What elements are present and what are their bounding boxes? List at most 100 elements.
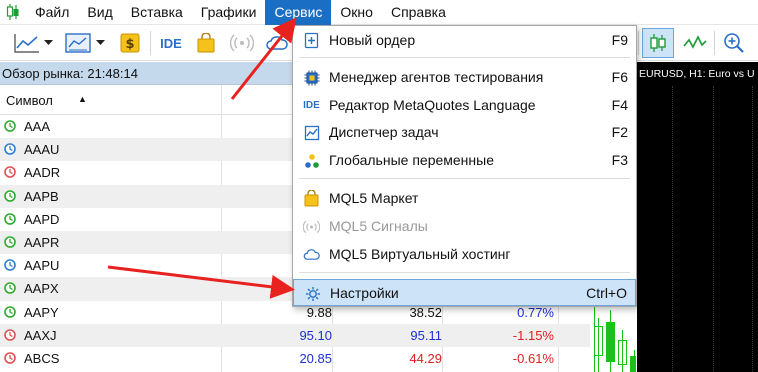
ide-icon[interactable]: IDE — [156, 28, 186, 58]
menu-item-label: Менеджер агентов тестирования — [329, 69, 544, 85]
cloud-icon — [303, 246, 320, 263]
daily-change: -0.61% — [512, 350, 554, 366]
toolbar-separator — [150, 31, 151, 55]
candlestick-icon[interactable] — [642, 28, 674, 58]
chart-template-icon[interactable] — [62, 28, 94, 58]
chart-gridline — [752, 86, 753, 372]
signals-icon — [303, 218, 320, 235]
ide-label: IDE — [160, 35, 182, 51]
symbol-clock-icon — [4, 259, 16, 271]
symbol-name: AAPU — [24, 258, 60, 274]
symbol-clock-icon — [4, 352, 16, 364]
menu-item-label: Редактор MetaQuotes Language — [329, 97, 536, 113]
global-variables-icon — [303, 152, 320, 169]
menu-item-metaeditor[interactable]: IDE Редактор MetaQuotes Language F4 — [293, 92, 636, 119]
symbol-name: AAPR — [24, 234, 60, 250]
chart-window[interactable]: EURUSD, H1: Euro vs U — [594, 62, 758, 372]
menu-item-task-manager[interactable]: Диспетчер задач F2 — [293, 119, 636, 146]
symbol-name: AADR — [24, 165, 61, 181]
menu-window[interactable]: Окно — [331, 0, 382, 25]
menu-item-new-order[interactable]: Новый ордер F9 — [293, 27, 636, 54]
ide-icon: IDE — [303, 97, 320, 114]
menu-item-mql5-signals[interactable]: MQL5 Сигналы — [293, 213, 636, 240]
menu-insert[interactable]: Вставка — [122, 0, 192, 25]
signals-icon[interactable] — [228, 28, 256, 58]
cloud-icon[interactable] — [264, 28, 290, 58]
symbol-name: AAPB — [24, 188, 59, 204]
service-menu: Новый ордер F9 Менеджер агентов тестиров… — [292, 25, 637, 307]
ask-value: 44.29 — [409, 350, 442, 366]
candle — [594, 326, 603, 356]
dropdown-arrow-icon[interactable] — [94, 28, 106, 58]
symbol-clock-icon — [4, 305, 16, 318]
menu-separator — [299, 57, 630, 58]
task-manager-icon — [303, 124, 320, 141]
symbol-clock-icon — [4, 212, 16, 225]
symbol-name: ABCS — [24, 350, 60, 366]
chart-gridline — [713, 86, 714, 372]
table-row[interactable]: ABCS 20.85 44.29 -0.61% — [0, 347, 590, 370]
symbol-clock-icon — [4, 143, 16, 155]
menu-item-shortcut: F9 — [611, 32, 628, 48]
zoom-in-icon[interactable] — [720, 28, 748, 58]
symbol-clock-icon — [4, 120, 16, 132]
market-bag-icon[interactable] — [194, 28, 218, 58]
app-candle-icon[interactable] — [0, 0, 26, 25]
bid-value: 95.10 — [299, 327, 332, 343]
menu-service[interactable]: Сервис — [265, 0, 332, 25]
candle — [606, 322, 615, 362]
symbol-name: AAAU — [24, 142, 60, 158]
zigzag-icon[interactable] — [680, 28, 710, 58]
menu-item-label: Настройки — [330, 285, 399, 301]
column-symbol[interactable]: Символ — [6, 93, 53, 108]
agents-manager-icon — [303, 69, 320, 86]
new-order-icon — [303, 32, 320, 49]
symbol-name: AAPY — [24, 304, 59, 320]
menu-item-global-variables[interactable]: Глобальные переменные F3 — [293, 147, 636, 174]
menu-help[interactable]: Справка — [382, 0, 455, 25]
dollar-icon[interactable]: $ — [118, 28, 142, 58]
candle — [630, 356, 636, 372]
table-row[interactable]: AAXJ 95.10 95.11 -1.15% — [0, 323, 590, 347]
symbol-clock-icon — [4, 282, 16, 295]
menu-item-virtual-hosting[interactable]: MQL5 Виртуальный хостинг — [293, 241, 636, 268]
menu-item-agents-manager[interactable]: Менеджер агентов тестирования F6 — [293, 64, 636, 91]
ide-icon-text: IDE — [303, 100, 320, 111]
sort-ascending-icon: ▲ — [78, 94, 87, 104]
symbol-name: AAA — [24, 119, 51, 134]
bid-value: 20.85 — [299, 350, 332, 366]
menu-item-label: MQL5 Маркет — [329, 190, 419, 206]
menu-separator — [299, 272, 630, 273]
menu-item-label: Диспетчер задач — [329, 124, 439, 140]
menu-item-label: Глобальные переменные — [329, 152, 494, 168]
svg-text:$: $ — [125, 37, 134, 52]
symbol-name: AAXJ — [24, 327, 57, 343]
menu-charts[interactable]: Графики — [192, 0, 266, 25]
menu-item-shortcut: F2 — [611, 124, 628, 140]
menu-bar: Файл Вид Вставка Графики Сервис Окно Спр… — [0, 0, 758, 25]
toolbar-separator — [714, 31, 715, 55]
daily-change: -1.15% — [512, 327, 554, 343]
menu-item-settings[interactable]: Настройки Ctrl+O — [293, 279, 636, 306]
menu-item-mql5-market[interactable]: MQL5 Маркет — [293, 185, 636, 212]
menu-separator — [299, 178, 630, 179]
menu-item-shortcut: F4 — [611, 97, 628, 113]
menu-item-shortcut: F3 — [611, 152, 628, 168]
dropdown-arrow-icon[interactable] — [42, 28, 54, 58]
symbol-clock-icon — [4, 166, 16, 179]
gear-icon — [304, 285, 321, 302]
market-watch-title: Обзор рынка: 21:48:14 — [0, 62, 300, 85]
chart-gridline — [672, 86, 673, 372]
menu-item-label: Новый ордер — [329, 32, 416, 48]
menu-view[interactable]: Вид — [78, 0, 121, 25]
line-chart-icon[interactable] — [10, 28, 44, 58]
symbol-clock-icon — [4, 189, 16, 202]
symbol-name: AAPX — [24, 281, 59, 297]
symbol-name: AAPD — [24, 211, 60, 227]
toolbar-separator — [638, 31, 639, 55]
menu-item-shortcut: Ctrl+O — [586, 285, 627, 301]
menu-file[interactable]: Файл — [26, 0, 78, 25]
ask-value: 95.11 — [410, 327, 442, 343]
chart-title: EURUSD, H1: Euro vs U — [639, 68, 755, 80]
menu-item-shortcut: F6 — [611, 69, 628, 85]
